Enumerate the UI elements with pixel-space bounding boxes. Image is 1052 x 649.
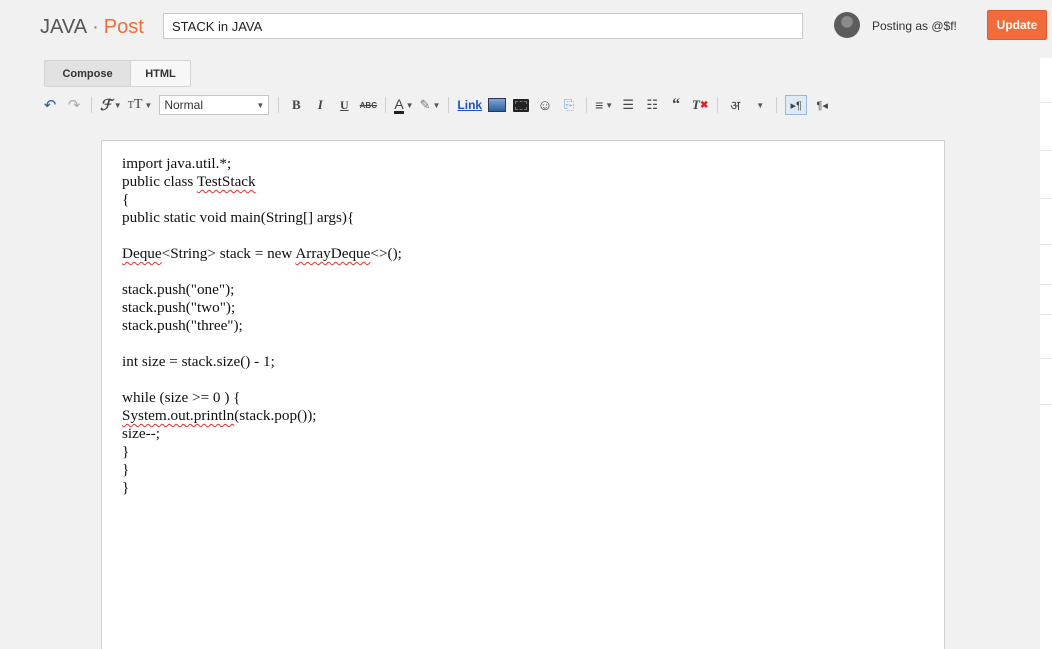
italic-icon[interactable]: I bbox=[311, 95, 329, 115]
link-icon[interactable]: Link bbox=[457, 95, 482, 115]
tab-compose[interactable]: Compose bbox=[44, 60, 131, 87]
editor-line: size--; bbox=[122, 425, 160, 442]
toolbar-divider bbox=[448, 97, 450, 113]
toolbar-divider bbox=[91, 97, 92, 113]
rtl-icon[interactable]: ¶◂ bbox=[813, 95, 831, 115]
section-label: Post bbox=[103, 16, 144, 38]
text-color-icon[interactable]: A ▼ bbox=[394, 95, 414, 115]
toolbar-divider bbox=[278, 97, 280, 113]
image-icon[interactable] bbox=[488, 95, 507, 115]
align-icon[interactable]: ≡ ▼ bbox=[595, 95, 613, 115]
transliterate-glyph: अ bbox=[730, 98, 741, 113]
editor-line: stack.push("one"); bbox=[122, 281, 235, 298]
format-select-value: Normal bbox=[164, 98, 203, 112]
numbered-list-icon[interactable]: ☰ bbox=[619, 95, 637, 115]
strikethrough-icon[interactable]: ABC bbox=[359, 95, 377, 115]
editor-line: } bbox=[122, 479, 130, 496]
highlight-icon[interactable]: ✎ ▼ bbox=[420, 95, 441, 115]
text-color-glyph: A bbox=[394, 95, 404, 114]
format-select[interactable]: Normal ▼ bbox=[159, 95, 270, 115]
editor-line: } bbox=[122, 443, 130, 460]
avatar[interactable] bbox=[834, 12, 860, 38]
toolbar-divider bbox=[776, 97, 778, 113]
editor-line: System.out.println(stack.pop()); bbox=[122, 407, 317, 424]
posting-as-label: Posting as @$f! bbox=[872, 19, 957, 33]
spellcheck-word: System.out.println bbox=[122, 407, 235, 424]
ltr-icon[interactable]: ▸¶ bbox=[785, 95, 808, 115]
chevron-down-icon: ▼ bbox=[256, 100, 265, 110]
quote-icon[interactable]: “ bbox=[667, 95, 685, 115]
tab-html[interactable]: HTML bbox=[131, 60, 191, 87]
toolbar-divider bbox=[586, 97, 588, 113]
transliterate-icon[interactable]: अ bbox=[726, 95, 744, 115]
editor-line: import java.util.*; bbox=[122, 155, 232, 172]
blog-title[interactable]: JAVA · Post bbox=[40, 16, 144, 39]
editor-toolbar: ↶ ↷ ℱ ▼ T T ▼ Normal ▼ B I U ABC A ▼ ✎ ▼ Link… bbox=[38, 93, 1018, 117]
redo-icon[interactable]: ↷ bbox=[65, 95, 83, 115]
toolbar-divider bbox=[385, 97, 387, 113]
toolbar-divider bbox=[717, 97, 719, 113]
title-separator: · bbox=[92, 16, 99, 38]
post-body[interactable]: import java.util.*; public class TestStac… bbox=[122, 155, 402, 497]
video-icon[interactable] bbox=[512, 95, 530, 115]
top-bar: JAVA·Post Posting as @$f! Update bbox=[0, 0, 1052, 58]
bold-icon[interactable]: B bbox=[287, 95, 305, 115]
editor-line: stack.push("three"); bbox=[122, 317, 243, 334]
editor-line: Deque<String> stack = new ArrayDeque<>()… bbox=[122, 245, 402, 262]
side-panel-edge bbox=[1040, 58, 1052, 649]
spellcheck-word: TestStack bbox=[196, 173, 256, 190]
chevron-down-icon[interactable]: ▼ bbox=[750, 95, 768, 115]
update-button[interactable]: Update bbox=[987, 10, 1047, 40]
undo-icon[interactable]: ↶ bbox=[41, 95, 59, 115]
bulleted-list-icon[interactable]: ☷ bbox=[643, 95, 661, 115]
editor-line: { bbox=[122, 191, 130, 208]
mode-tabs: Compose HTML bbox=[44, 60, 191, 87]
post-editor[interactable]: import java.util.*; public class TestStac… bbox=[101, 140, 945, 649]
blog-name[interactable]: JAVA bbox=[40, 16, 87, 38]
editor-line: while (size >= 0 ) { bbox=[122, 389, 241, 406]
font-family-icon[interactable]: ℱ ▼ bbox=[100, 95, 122, 115]
editor-line: int size = stack.size() - 1; bbox=[122, 353, 275, 370]
spellcheck-word: ArrayDeque bbox=[295, 245, 371, 262]
emoji-icon[interactable]: ☺ bbox=[536, 95, 554, 115]
editor-line: stack.push("two"); bbox=[122, 299, 236, 316]
font-size-icon[interactable]: T T ▼ bbox=[128, 95, 153, 115]
editor-line: } bbox=[122, 461, 130, 478]
spellcheck-word: Deque bbox=[122, 245, 162, 262]
editor-line: public class TestStack bbox=[122, 173, 256, 190]
underline-icon[interactable]: U bbox=[335, 95, 353, 115]
jump-break-icon[interactable]: ⎘ bbox=[560, 95, 578, 115]
post-title-input[interactable] bbox=[163, 13, 803, 39]
clear-formatting-icon[interactable]: T ✖ bbox=[691, 95, 709, 115]
editor-line: public static void main(String[] args){ bbox=[122, 209, 355, 226]
